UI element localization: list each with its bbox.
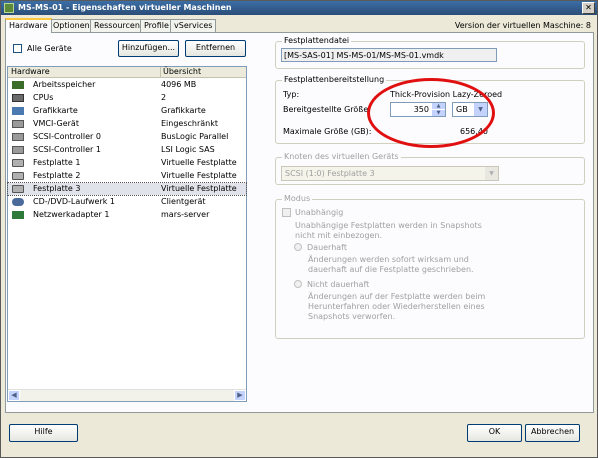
- hardware-row-name: SCSI-Controller 1: [33, 145, 101, 154]
- hardware-row-vmci[interactable]: VMCI-Gerät Eingeschränkt: [8, 118, 246, 130]
- disk-file-path-field[interactable]: [MS-SAS-01] MS-MS-01/MS-MS-01.vmdk: [281, 48, 497, 62]
- scroll-right-icon[interactable]: ▶: [234, 390, 246, 401]
- hardware-row-name: CPUs: [33, 93, 54, 102]
- show-all-devices-checkbox[interactable]: [13, 44, 22, 53]
- hardware-row-summary: 2: [161, 93, 167, 102]
- hardware-row-summary: Eingeschränkt: [161, 119, 219, 128]
- scsi-controller-icon: [12, 146, 24, 154]
- hard-disk-icon: [12, 172, 24, 180]
- hardware-row-summary: mars-server: [161, 210, 210, 219]
- nonpersistent-description: Änderungen auf der Festplatte werden bei…: [308, 292, 486, 321]
- tab-vservices[interactable]: vServices: [170, 19, 217, 32]
- hardware-row-summary: Virtuelle Festplatte: [161, 184, 237, 193]
- hardware-row-name: Arbeitsspeicher: [33, 80, 96, 89]
- red-annotation-oval: [367, 78, 495, 148]
- help-button[interactable]: Hilfe: [9, 424, 78, 442]
- hardware-row-memory[interactable]: Arbeitsspeicher 4096 MB: [8, 79, 246, 91]
- hardware-row-name: CD-/DVD-Laufwerk 1: [33, 197, 115, 206]
- hardware-list: Hardware Übersicht Arbeitsspeicher 4096 …: [7, 66, 247, 402]
- nonpersistent-radio[interactable]: [294, 280, 302, 288]
- window-title: MS-MS-01 - Eigenschaften virtueller Masc…: [18, 3, 232, 12]
- hardware-row-name: Festplatte 3: [33, 184, 81, 193]
- hardware-row-disk-1[interactable]: Festplatte 1 Virtuelle Festplatte: [8, 157, 246, 169]
- hardware-row-name: Festplatte 2: [33, 171, 81, 180]
- hardware-row-network-adapter[interactable]: Netzwerkadapter 1 mars-server: [8, 209, 246, 221]
- tab-resources[interactable]: Ressourcen: [90, 19, 144, 32]
- hardware-row-name: SCSI-Controller 0: [33, 132, 101, 141]
- tab-options[interactable]: Optionen: [49, 19, 94, 32]
- hardware-list-header: Hardware Übersicht: [8, 67, 246, 78]
- independent-description: Unabhängige Festplatten werden in Snapsh…: [295, 221, 482, 240]
- virtual-device-node-value: SCSI (1:0) Festplatte 3: [285, 169, 375, 178]
- maximum-size-label: Maximale Größe (GB):: [283, 127, 372, 136]
- column-header-summary[interactable]: Übersicht: [160, 67, 201, 78]
- hardware-row-name: VMCI-Gerät: [33, 119, 79, 128]
- hardware-row-cd-dvd[interactable]: CD-/DVD-Laufwerk 1 Clientgerät: [8, 196, 246, 208]
- column-header-hardware[interactable]: Hardware: [11, 67, 50, 76]
- hardware-row-disk-2[interactable]: Festplatte 2 Virtuelle Festplatte: [8, 170, 246, 182]
- hardware-row-summary: LSI Logic SAS: [161, 145, 215, 154]
- add-hardware-button[interactable]: Hinzufügen...: [118, 40, 179, 57]
- tab-hardware[interactable]: Hardware: [5, 18, 52, 33]
- hardware-row-summary: Clientgerät: [161, 197, 206, 206]
- virtual-device-node-group-title: Knoten des virtuellen Geräts: [282, 152, 401, 161]
- persistent-label: Dauerhaft: [307, 243, 347, 252]
- hardware-row-name: Grafikkarte: [33, 106, 78, 115]
- virtual-device-node-dropdown[interactable]: SCSI (1:0) Festplatte 3 ▼: [281, 166, 499, 181]
- show-all-devices-label: Alle Geräte: [27, 44, 72, 53]
- vmci-icon: [12, 120, 24, 128]
- hardware-row-summary: BusLogic Parallel: [161, 132, 229, 141]
- cancel-button[interactable]: Abbrechen: [525, 424, 580, 442]
- network-adapter-icon: [12, 211, 24, 219]
- vm-app-icon: [4, 3, 14, 13]
- hardware-row-scsi-controller-0[interactable]: SCSI-Controller 0 BusLogic Parallel: [8, 131, 246, 143]
- ok-button[interactable]: OK: [467, 424, 522, 442]
- graphics-card-icon: [12, 107, 24, 115]
- persistent-description: Änderungen werden sofort wirksam und dau…: [308, 255, 474, 274]
- hardware-row-summary: 4096 MB: [161, 80, 197, 89]
- hard-disk-icon: [12, 159, 24, 167]
- cd-dvd-icon: [12, 198, 24, 206]
- hardware-row-name: Festplatte 1: [33, 158, 81, 167]
- horizontal-scrollbar[interactable]: ◀ ▶: [8, 389, 246, 401]
- hardware-row-summary: Virtuelle Festplatte: [161, 158, 237, 167]
- tab-profiles[interactable]: Profile: [140, 19, 173, 32]
- hardware-row-name: Netzwerkadapter 1: [33, 210, 110, 219]
- cpu-icon: [12, 94, 24, 102]
- vm-version-label: Version der virtuellen Maschine: 8: [454, 21, 591, 30]
- close-icon[interactable]: ✕: [582, 2, 595, 14]
- mode-group-title: Modus: [282, 194, 313, 203]
- vm-properties-dialog: MS-MS-01 - Eigenschaften virtueller Masc…: [0, 0, 598, 458]
- hardware-row-disk-3[interactable]: Festplatte 3 Virtuelle Festplatte: [7, 182, 247, 196]
- chevron-down-icon[interactable]: ▼: [485, 167, 498, 180]
- hardware-row-cpus[interactable]: CPUs 2: [8, 92, 246, 104]
- independent-checkbox[interactable]: [282, 208, 291, 217]
- disk-file-group-title: Festplattendatei: [282, 36, 352, 45]
- hardware-row-summary: Grafikkarte: [161, 106, 206, 115]
- disk-provisioning-group-title: Festplattenbereitstellung: [282, 75, 387, 84]
- title-bar[interactable]: MS-MS-01 - Eigenschaften virtueller Masc…: [1, 1, 597, 15]
- provisioned-size-label: Bereitgestellte Größe:: [283, 105, 371, 114]
- disk-type-label: Typ:: [283, 90, 300, 99]
- nonpersistent-label: Nicht dauerhaft: [307, 280, 370, 289]
- scsi-controller-icon: [12, 133, 24, 141]
- hard-disk-icon: [12, 185, 24, 193]
- scroll-left-icon[interactable]: ◀: [8, 390, 20, 401]
- hardware-row-summary: Virtuelle Festplatte: [161, 171, 237, 180]
- memory-icon: [12, 81, 24, 89]
- hardware-row-graphics[interactable]: Grafikkarte Grafikkarte: [8, 105, 246, 117]
- persistent-radio[interactable]: [294, 243, 302, 251]
- hardware-row-scsi-controller-1[interactable]: SCSI-Controller 1 LSI Logic SAS: [8, 144, 246, 156]
- remove-hardware-button[interactable]: Entfernen: [185, 40, 246, 57]
- independent-label: Unabhängig: [295, 208, 344, 217]
